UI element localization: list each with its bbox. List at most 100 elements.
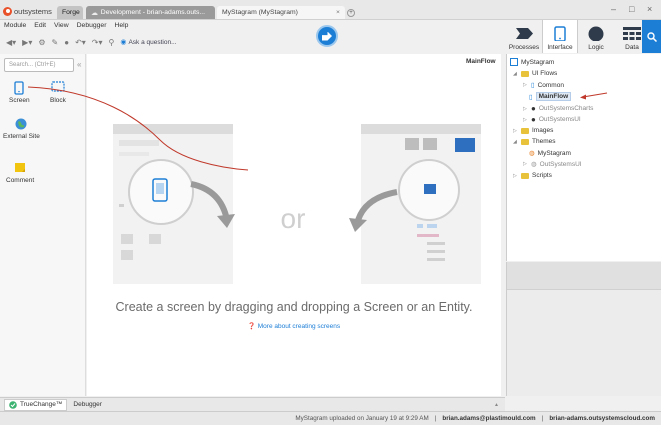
right-tabs: Processes Interface Logic Data xyxy=(506,20,661,53)
tab-data-label: Data xyxy=(625,44,639,51)
widget-toolbox xyxy=(0,54,86,396)
folder-icon xyxy=(521,172,529,179)
collapse-arrow-icon[interactable]: ◢ xyxy=(513,71,518,77)
ask-question-label: Ask a question... xyxy=(128,38,177,46)
status-bar: MyStagram uploaded on January 19 at 9:29… xyxy=(0,411,661,425)
search-icon xyxy=(646,31,657,42)
widget-external-site-label: External Site xyxy=(3,133,40,140)
menu-edit[interactable]: Edit xyxy=(34,22,46,29)
forward-icon[interactable]: ▶▾ xyxy=(22,38,32,47)
close-window-button[interactable]: × xyxy=(647,4,652,14)
expand-arrow-icon[interactable]: ▷ xyxy=(523,161,528,167)
help-icon: ❓ xyxy=(247,323,256,330)
properties-header xyxy=(507,262,661,290)
close-tab-icon[interactable]: × xyxy=(336,9,340,16)
expand-arrow-icon[interactable]: ▷ xyxy=(513,128,518,134)
toolbar: ◀▾ ▶▾ ⚙ ✎ ● ↶▾ ↷▾ ⚲ ◉ Ask a question... xyxy=(0,32,505,52)
cloud-icon: ☁ xyxy=(91,9,98,17)
ask-question-link[interactable]: ◉ Ask a question... xyxy=(120,38,177,47)
more-about-screens-link[interactable]: ❓ More about creating screens xyxy=(87,322,501,330)
theme-icon: ◍ xyxy=(529,150,535,157)
tab-logic[interactable]: Logic xyxy=(578,20,614,53)
tree-ui-flows[interactable]: ◢ UI Flows xyxy=(513,70,557,77)
menu-help[interactable]: Help xyxy=(114,22,128,29)
tab-debugger[interactable]: Debugger xyxy=(73,401,102,408)
expand-arrow-icon[interactable]: ▷ xyxy=(523,106,528,112)
tab-module[interactable]: MyStagram (MyStagram) × xyxy=(217,6,345,19)
status-separator: | xyxy=(434,415,437,422)
interface-icon xyxy=(554,26,566,41)
module-icon xyxy=(510,58,518,66)
server-name[interactable]: brian-adams.outsystemscloud.com xyxy=(549,415,655,422)
widget-block[interactable]: Block xyxy=(50,81,66,104)
widget-comment-label: Comment xyxy=(6,177,35,184)
tree-common-flow[interactable]: ▷ ▯ Common xyxy=(523,81,564,90)
tree-mainflow-label: MainFlow xyxy=(535,92,572,101)
settings-icon[interactable]: ⚙ xyxy=(38,38,45,47)
folder-icon xyxy=(521,70,529,77)
more-about-screens-label: More about creating screens xyxy=(257,323,341,330)
properties-panel xyxy=(506,262,661,396)
tree-charts[interactable]: ▷ ● OutSystemsCharts xyxy=(523,104,593,113)
folder-icon xyxy=(521,127,529,134)
tree-outsystems-ui[interactable]: ▷ ● OutSystemsUI xyxy=(523,115,581,124)
processes-icon xyxy=(516,28,533,39)
tab-logic-label: Logic xyxy=(588,44,604,51)
tree-outsystems-ui-label: OutSystemsUI xyxy=(538,116,581,123)
tree-images-label: Images xyxy=(532,127,554,134)
block-icon xyxy=(51,81,65,92)
widget-comment[interactable]: Comment xyxy=(6,162,34,184)
tab-truechange[interactable]: TrueChange™ xyxy=(4,398,68,411)
add-tab-button[interactable]: + xyxy=(347,9,355,17)
screen-icon xyxy=(14,81,24,95)
expand-arrow-icon[interactable]: ▷ xyxy=(523,117,528,123)
expand-panel-icon[interactable]: ▲ xyxy=(494,402,499,408)
tree-scripts[interactable]: ▷ Scripts xyxy=(513,172,552,179)
minimize-button[interactable]: – xyxy=(611,4,616,14)
widget-screen[interactable]: Screen xyxy=(9,81,30,104)
tree-mainflow[interactable]: ▯ MainFlow xyxy=(529,92,572,101)
breakpoint-icon[interactable]: ● xyxy=(64,38,69,47)
user-account[interactable]: brian.adams@plastimould.com xyxy=(442,415,535,422)
tab-environment[interactable]: ☁ Development - brian-adams.outs... xyxy=(86,6,215,19)
interface-tree: MyStagram ◢ UI Flows ▷ ▯ Common ▯ MainFl… xyxy=(506,54,661,261)
widget-external-site[interactable]: External Site xyxy=(3,118,40,140)
tree-themes[interactable]: ◢ Themes xyxy=(513,138,555,145)
tree-common-label: Common xyxy=(537,81,564,89)
empty-flow-illustration: or xyxy=(113,124,481,284)
tree-theme-outsystems-ui[interactable]: ▷ ◍ OutSystemsUI xyxy=(523,160,582,169)
tree-root-label: MyStagram xyxy=(521,58,555,66)
share-icon[interactable]: ⚲ xyxy=(109,38,115,47)
tree-images[interactable]: ▷ Images xyxy=(513,127,553,134)
publish-button[interactable] xyxy=(316,25,338,47)
debug-icon[interactable]: ✎ xyxy=(52,38,59,47)
tree-ui-flows-label: UI Flows xyxy=(532,70,558,77)
expand-arrow-icon[interactable]: ▷ xyxy=(523,82,528,88)
reference-icon: ● xyxy=(531,115,536,124)
tab-forge[interactable]: Forge xyxy=(57,6,83,19)
tab-interface[interactable]: Interface xyxy=(542,20,578,53)
tree-charts-label: OutSystemsCharts xyxy=(538,105,594,112)
collapse-panel-icon[interactable]: « xyxy=(77,60,81,69)
folder-icon xyxy=(521,138,529,145)
maximize-button[interactable]: □ xyxy=(629,4,634,14)
tree-root[interactable]: MyStagram xyxy=(510,58,554,66)
expand-arrow-icon[interactable]: ▷ xyxy=(513,173,518,179)
outsystems-logo: outsystems xyxy=(3,5,52,17)
tree-theme-mystagram[interactable]: ◍ MyStagram xyxy=(529,149,571,158)
back-icon[interactable]: ◀▾ xyxy=(6,38,16,47)
widget-search-input[interactable]: Search... (Ctrl+E) xyxy=(4,58,74,72)
tree-themes-label: Themes xyxy=(532,138,556,145)
undo-icon[interactable]: ↶▾ xyxy=(75,38,86,47)
logic-icon xyxy=(588,26,604,41)
menu-view[interactable]: View xyxy=(54,22,69,29)
collapse-arrow-icon[interactable]: ◢ xyxy=(513,139,518,145)
globe-icon xyxy=(15,118,27,130)
search-button[interactable] xyxy=(642,20,661,53)
redo-icon[interactable]: ↷▾ xyxy=(92,38,103,47)
tab-processes[interactable]: Processes xyxy=(506,20,542,53)
or-text: or xyxy=(281,203,306,234)
menu-module[interactable]: Module xyxy=(4,22,26,29)
comment-icon xyxy=(15,163,26,172)
menu-debugger[interactable]: Debugger xyxy=(77,22,107,29)
